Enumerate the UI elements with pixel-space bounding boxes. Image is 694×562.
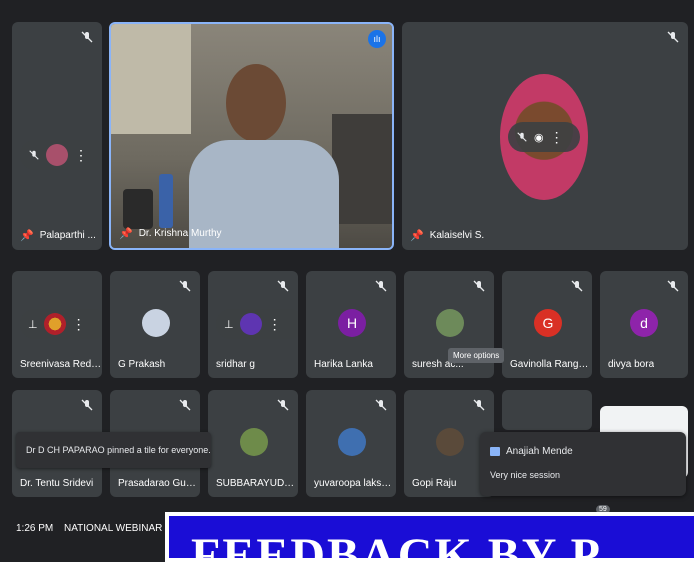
mic-off-icon bbox=[29, 150, 39, 160]
more-options-tooltip: More options bbox=[448, 348, 505, 363]
tile-controls[interactable]: ⊥ ⋮ bbox=[216, 309, 298, 339]
pin-icon: 📌 bbox=[119, 228, 133, 240]
participant-tile[interactable]: SUBBARAYUDU K... bbox=[208, 390, 298, 497]
tile-controls[interactable]: ⋮ bbox=[20, 140, 102, 170]
participant-tile[interactable] bbox=[502, 390, 592, 430]
participant-tile[interactable]: d divya bora bbox=[600, 271, 688, 378]
participant-name: SUBBARAYUDU K... bbox=[216, 478, 298, 489]
mic-off-icon bbox=[667, 280, 679, 292]
video-feed bbox=[111, 24, 392, 248]
participant-name: yuvaroopa lakshmi bbox=[314, 478, 396, 489]
meeting-title: NATIONAL WEBINAR LI bbox=[64, 523, 174, 534]
mic-off-icon bbox=[375, 399, 387, 411]
chat-icon bbox=[490, 447, 500, 456]
participant-name: Prasadarao Gunn... bbox=[118, 478, 200, 489]
participant-tile-krishna-murthy[interactable]: ılı 📌 Dr. Krishna Murthy bbox=[109, 22, 394, 250]
mic-off-icon bbox=[517, 132, 527, 142]
avatar bbox=[436, 309, 464, 337]
person-head bbox=[226, 64, 286, 142]
participant-name: G Prakash bbox=[118, 359, 166, 370]
meeting-time: 1:26 PM bbox=[16, 523, 54, 534]
pin-icon[interactable]: ⊥ bbox=[224, 318, 234, 331]
feedback-banner: FEEDBACK BY P bbox=[165, 512, 694, 562]
mic-off-icon bbox=[179, 280, 191, 292]
avatar bbox=[43, 313, 66, 335]
bottle bbox=[159, 174, 173, 228]
mic-off-icon bbox=[473, 280, 485, 292]
more-options-icon[interactable]: ⋮ bbox=[550, 129, 564, 146]
tile-controls[interactable]: ◉ ⋮ bbox=[508, 122, 580, 152]
participant-name: Palaparthi ... bbox=[39, 230, 96, 241]
mic-off-icon bbox=[277, 399, 289, 411]
more-options-icon[interactable]: ⋮ bbox=[72, 316, 86, 333]
avatar: H bbox=[338, 309, 366, 337]
participant-name: Kalaiselvi S. bbox=[429, 230, 485, 241]
participant-tile[interactable]: H Harika Lanka bbox=[306, 271, 396, 378]
mic-off-icon bbox=[81, 399, 93, 411]
mic-off-icon bbox=[571, 280, 583, 292]
tile-controls[interactable]: ⊥ ⋮ bbox=[20, 309, 102, 339]
mic-off-icon bbox=[473, 399, 485, 411]
participant-tile[interactable]: ⊥ ⋮ sridhar g bbox=[208, 271, 298, 378]
pin-icon[interactable]: ◉ bbox=[534, 131, 544, 144]
more-options-icon[interactable]: ⋮ bbox=[268, 316, 282, 333]
chat-message-popup[interactable]: Anajiah Mende Very nice session bbox=[480, 432, 686, 496]
participant-name: Harika Lanka bbox=[314, 359, 373, 370]
participant-tile-palaparthi[interactable]: ⋮ 📌 Palaparthi ... bbox=[12, 22, 102, 250]
kettle bbox=[123, 189, 153, 229]
avatar bbox=[338, 428, 366, 456]
avatar bbox=[239, 313, 262, 335]
more-options-icon[interactable]: ⋮ bbox=[74, 147, 88, 164]
mic-off-icon bbox=[81, 31, 93, 43]
mic-off-icon bbox=[179, 399, 191, 411]
participant-tile[interactable]: G Prakash bbox=[110, 271, 200, 378]
banner-text: FEEDBACK BY P bbox=[191, 529, 602, 562]
avatar bbox=[142, 309, 170, 337]
pinned-notification: Dr D CH PAPARAO pinned a tile for everyo… bbox=[16, 432, 211, 468]
speaking-indicator: ılı bbox=[368, 30, 386, 48]
pin-icon: 📌 bbox=[20, 230, 34, 242]
avatar: G bbox=[534, 309, 562, 337]
window-background bbox=[111, 24, 191, 134]
participant-name: Dr. Tentu Sridevi bbox=[20, 478, 94, 489]
participant-name: Sreenivasa Redd... bbox=[20, 359, 102, 370]
participant-tile[interactable]: ⊥ ⋮ Sreenivasa Redd... bbox=[12, 271, 102, 378]
pin-icon[interactable]: ⊥ bbox=[28, 318, 38, 331]
avatar bbox=[240, 428, 268, 456]
cabinet bbox=[332, 114, 392, 224]
participant-name: Dr. Krishna Murthy bbox=[138, 228, 222, 239]
participant-name: Gopi Raju bbox=[412, 478, 457, 489]
participant-name: Gavinolla Ranga ... bbox=[510, 359, 592, 370]
pin-icon: 📌 bbox=[410, 230, 424, 242]
participant-tile[interactable]: yuvaroopa lakshmi bbox=[306, 390, 396, 497]
participant-tile-kalaiselvi[interactable]: ◉ ⋮ 📌 Kalaiselvi S. bbox=[402, 22, 688, 250]
mic-off-icon bbox=[277, 280, 289, 292]
avatar: d bbox=[630, 309, 658, 337]
mic-off-icon bbox=[375, 280, 387, 292]
chat-message: Very nice session bbox=[490, 470, 561, 480]
participant-name: divya bora bbox=[608, 359, 655, 370]
participant-name: sridhar g bbox=[216, 359, 255, 370]
participant-tile[interactable]: G Gavinolla Ranga ... bbox=[502, 271, 592, 378]
avatar bbox=[46, 144, 68, 166]
mic-off-icon bbox=[667, 31, 679, 43]
avatar bbox=[436, 428, 464, 456]
chat-author: Anajiah Mende bbox=[506, 446, 573, 457]
